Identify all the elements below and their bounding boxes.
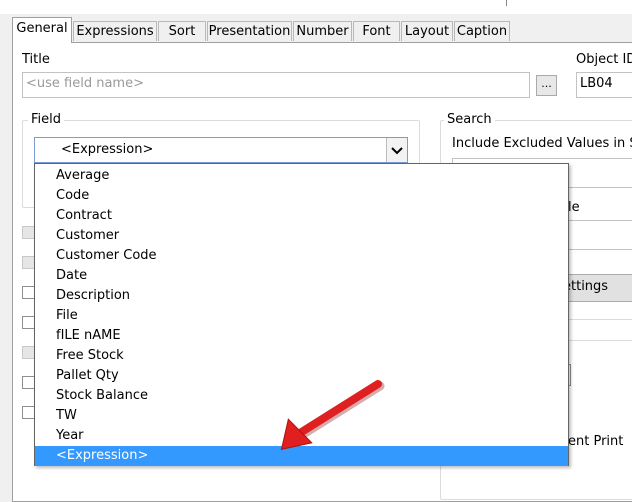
red-arrow-icon: [280, 380, 385, 450]
